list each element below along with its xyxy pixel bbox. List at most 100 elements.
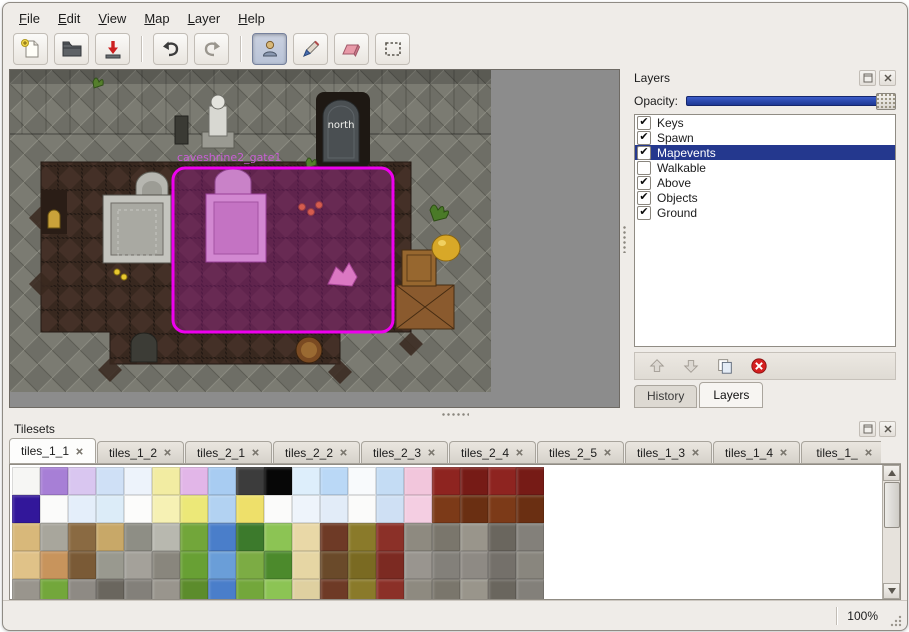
- tileset-tab-tiles_2_4[interactable]: tiles_2_4: [449, 441, 536, 463]
- redo-button[interactable]: [194, 33, 229, 65]
- close-tab-icon[interactable]: [163, 448, 172, 457]
- scroll-down-button[interactable]: [883, 583, 900, 599]
- tile[interactable]: [516, 579, 544, 600]
- tile[interactable]: [320, 523, 348, 551]
- tile[interactable]: [264, 579, 292, 600]
- tile[interactable]: [320, 495, 348, 523]
- tile[interactable]: [376, 579, 404, 600]
- tile[interactable]: [124, 495, 152, 523]
- tile[interactable]: [432, 579, 460, 600]
- tileset-tab-tiles_2_2[interactable]: tiles_2_2: [273, 441, 360, 463]
- event-tool-button[interactable]: [252, 33, 287, 65]
- tileset-tab-tiles_1_[interactable]: tiles_1_: [801, 441, 881, 463]
- tile[interactable]: [40, 495, 68, 523]
- tile[interactable]: [40, 551, 68, 579]
- tile[interactable]: [152, 579, 180, 600]
- float-tilesets-panel-button[interactable]: [859, 421, 876, 437]
- tile[interactable]: [152, 523, 180, 551]
- tile[interactable]: [320, 551, 348, 579]
- tile[interactable]: [292, 579, 320, 600]
- tile[interactable]: [376, 467, 404, 495]
- tile[interactable]: [432, 467, 460, 495]
- tile[interactable]: [404, 551, 432, 579]
- brush-tool-button[interactable]: [293, 33, 328, 65]
- tileset-tab-tiles_2_1[interactable]: tiles_2_1: [185, 441, 272, 463]
- menu-item-edit[interactable]: Edit: [50, 9, 88, 28]
- opacity-slider[interactable]: [686, 96, 896, 106]
- tile[interactable]: [12, 551, 40, 579]
- tile[interactable]: [488, 579, 516, 600]
- tileset-tab-tiles_2_3[interactable]: tiles_2_3: [361, 441, 448, 463]
- tileset-tab-tiles_1_3[interactable]: tiles_1_3: [625, 441, 712, 463]
- tile[interactable]: [488, 523, 516, 551]
- tile[interactable]: [320, 579, 348, 600]
- tile[interactable]: [96, 523, 124, 551]
- tile[interactable]: [152, 551, 180, 579]
- tile[interactable]: [208, 523, 236, 551]
- tile[interactable]: [68, 551, 96, 579]
- layer-row-walkable[interactable]: Walkable: [635, 160, 895, 175]
- new-map-button[interactable]: [13, 33, 48, 65]
- tile[interactable]: [208, 467, 236, 495]
- tile[interactable]: [376, 551, 404, 579]
- open-button[interactable]: [54, 33, 89, 65]
- layer-row-above[interactable]: ✔Above: [635, 175, 895, 190]
- horizontal-splitter[interactable]: [3, 408, 907, 420]
- tile[interactable]: [152, 467, 180, 495]
- tab-history[interactable]: History: [634, 385, 697, 408]
- tile[interactable]: [236, 523, 264, 551]
- close-tab-icon[interactable]: [251, 448, 260, 457]
- close-tilesets-panel-button[interactable]: [879, 421, 896, 437]
- resize-grip[interactable]: [888, 613, 903, 628]
- tile[interactable]: [404, 579, 432, 600]
- tile[interactable]: [432, 551, 460, 579]
- vertical-splitter[interactable]: [620, 69, 629, 408]
- tile[interactable]: [264, 551, 292, 579]
- tile[interactable]: [208, 495, 236, 523]
- tile[interactable]: [404, 523, 432, 551]
- tile[interactable]: [40, 579, 68, 600]
- tile[interactable]: [292, 551, 320, 579]
- tile[interactable]: [12, 523, 40, 551]
- tile[interactable]: [180, 495, 208, 523]
- layer-row-objects[interactable]: ✔Objects: [635, 190, 895, 205]
- tile[interactable]: [236, 467, 264, 495]
- layer-row-spawn[interactable]: ✔Spawn: [635, 130, 895, 145]
- tile[interactable]: [208, 579, 236, 600]
- menu-item-file[interactable]: File: [11, 9, 48, 28]
- tile[interactable]: [292, 523, 320, 551]
- tile[interactable]: [460, 467, 488, 495]
- save-button[interactable]: [95, 33, 130, 65]
- tile[interactable]: [124, 551, 152, 579]
- close-tab-icon[interactable]: [427, 448, 436, 457]
- tile[interactable]: [264, 523, 292, 551]
- tile[interactable]: [96, 495, 124, 523]
- tile[interactable]: [432, 523, 460, 551]
- layer-checkbox[interactable]: ✔: [637, 116, 651, 130]
- tile[interactable]: [124, 523, 152, 551]
- move-layer-down-button[interactable]: [681, 356, 701, 376]
- tile[interactable]: [488, 551, 516, 579]
- layer-checkbox[interactable]: ✔: [637, 176, 651, 190]
- menu-item-layer[interactable]: Layer: [180, 9, 229, 28]
- menu-item-help[interactable]: Help: [230, 9, 273, 28]
- tile[interactable]: [68, 579, 96, 600]
- layer-row-mapevents[interactable]: ✔Mapevents: [635, 145, 895, 160]
- tile[interactable]: [96, 579, 124, 600]
- tileset-tab-tiles_2_5[interactable]: tiles_2_5: [537, 441, 624, 463]
- layer-checkbox[interactable]: [637, 161, 651, 175]
- tile[interactable]: [96, 467, 124, 495]
- tile[interactable]: [264, 467, 292, 495]
- tile[interactable]: [516, 467, 544, 495]
- layer-checkbox[interactable]: ✔: [637, 191, 651, 205]
- tile[interactable]: [432, 495, 460, 523]
- close-tab-icon[interactable]: [864, 448, 873, 457]
- layer-checkbox[interactable]: ✔: [637, 206, 651, 220]
- close-layers-panel-button[interactable]: [879, 70, 896, 86]
- tile[interactable]: [180, 551, 208, 579]
- float-layers-panel-button[interactable]: [859, 70, 876, 86]
- tile[interactable]: [320, 467, 348, 495]
- tile[interactable]: [236, 495, 264, 523]
- tile[interactable]: [236, 579, 264, 600]
- tile[interactable]: [236, 551, 264, 579]
